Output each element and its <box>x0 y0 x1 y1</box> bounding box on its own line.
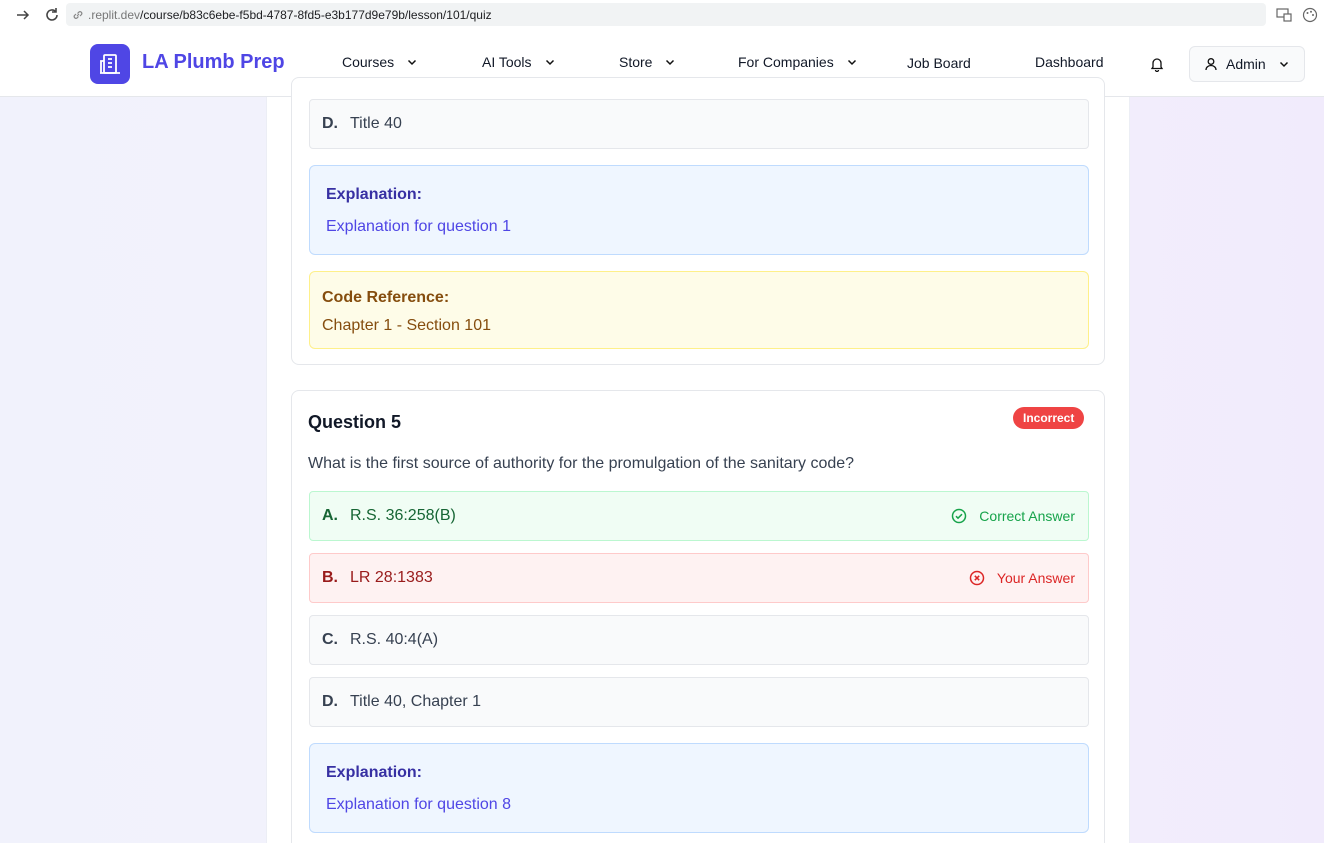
check-circle-icon <box>951 508 967 524</box>
nav-for-companies-label: For Companies <box>738 54 834 70</box>
chevron-down-icon <box>406 56 418 68</box>
explanation-box: Explanation: Explanation for question 1 <box>309 165 1089 255</box>
answer-option-correct: A. R.S. 36:258(B) Correct Answer <box>309 491 1089 541</box>
nav-store[interactable]: Store <box>619 54 676 70</box>
nav-ai-tools[interactable]: AI Tools <box>482 54 556 70</box>
nav-courses[interactable]: Courses <box>342 54 418 70</box>
answer-option: C. R.S. 40:4(A) <box>309 615 1089 665</box>
logo-building-icon[interactable] <box>90 44 130 84</box>
answer-option: D. Title 40 <box>309 99 1089 149</box>
user-icon <box>1204 57 1218 71</box>
question-title: Question 5 <box>308 412 402 432</box>
link-icon <box>72 8 86 22</box>
status-badge: Incorrect <box>1013 407 1085 429</box>
palette-icon[interactable] <box>1301 6 1319 24</box>
chevron-down-icon <box>544 56 556 68</box>
chevron-down-icon <box>664 56 676 68</box>
option-letter: D. <box>322 115 338 132</box>
correct-answer-label: Correct Answer <box>979 508 1075 524</box>
url-host: .replit.dev <box>88 7 141 22</box>
option-letter: B. <box>322 569 338 586</box>
admin-menu-button[interactable]: Admin <box>1189 46 1305 82</box>
code-reference-text: Chapter 1 - Section 101 <box>322 317 491 334</box>
nav-ai-tools-label: AI Tools <box>482 54 532 70</box>
screen-share-icon[interactable] <box>1275 6 1293 24</box>
chevron-down-icon <box>1278 58 1290 70</box>
explanation-text: Explanation for question 1 <box>326 218 512 235</box>
option-letter: C. <box>322 631 338 648</box>
nav-dashboard-label: Dashboard <box>1035 54 1104 70</box>
page-background: LA Plumb Prep Courses AI Tools Store For… <box>0 30 1324 843</box>
code-reference-box: Code Reference: Chapter 1 - Section 101 <box>309 271 1089 349</box>
explanation-title: Explanation: <box>326 186 423 203</box>
your-answer-label: Your Answer <box>996 570 1075 586</box>
question-text: What is the first source of authority fo… <box>308 455 855 472</box>
address-bar[interactable]: .replit.dev/course/b83c6ebe-f5bd-4787-8f… <box>66 3 1266 26</box>
option-letter: A. <box>322 507 338 524</box>
option-text: R.S. 40:4(A) <box>350 631 439 648</box>
question-card: D. Title 40 Explanation: Explanation for… <box>291 77 1105 365</box>
explanation-box: Explanation: Explanation for question 8 <box>309 743 1089 833</box>
reload-icon[interactable] <box>42 5 62 25</box>
nav-store-label: Store <box>619 54 653 70</box>
answer-option: D. Title 40, Chapter 1 <box>309 677 1089 727</box>
option-text: LR 28:1383 <box>350 569 433 586</box>
option-text: R.S. 36:258(B) <box>350 507 456 524</box>
nav-job-board[interactable]: Job Board <box>907 55 971 71</box>
nav-dashboard[interactable]: Dashboard <box>1035 54 1104 70</box>
option-text: Title 40, Chapter 1 <box>350 693 482 710</box>
your-answer-indicator: Your Answer <box>969 554 1075 602</box>
option-text: Title 40 <box>350 115 402 132</box>
correct-answer-indicator: Correct Answer <box>951 492 1075 540</box>
explanation-text: Explanation for question 8 <box>326 796 512 813</box>
quiz-results-column: D. Title 40 Explanation: Explanation for… <box>266 77 1130 843</box>
nav-job-board-label: Job Board <box>907 55 971 71</box>
admin-label: Admin <box>1226 56 1266 72</box>
code-reference-title: Code Reference: <box>322 289 450 306</box>
nav-for-companies[interactable]: For Companies <box>738 54 858 70</box>
browser-toolbar: .replit.dev/course/b83c6ebe-f5bd-4787-8f… <box>0 0 1324 30</box>
explanation-title: Explanation: <box>326 764 423 781</box>
brand-name[interactable]: LA Plumb Prep <box>142 51 285 74</box>
option-letter: D. <box>322 693 338 710</box>
nav-courses-label: Courses <box>342 54 395 70</box>
question-card: Question 5 Incorrect What is the first s… <box>291 390 1105 843</box>
bell-icon[interactable] <box>1148 55 1166 73</box>
x-circle-icon <box>969 570 985 586</box>
answer-option-selected-wrong: B. LR 28:1383 Your Answer <box>309 553 1089 603</box>
chevron-down-icon <box>846 56 858 68</box>
forward-arrow-icon[interactable] <box>14 6 32 24</box>
url-path: /course/b83c6ebe-f5bd-4787-8fd5-e3b177d9… <box>140 7 492 22</box>
